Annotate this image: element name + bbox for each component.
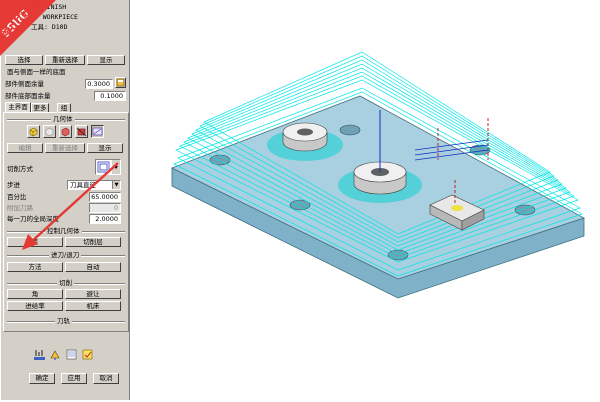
feeds-button[interactable]: 进给率 (7, 301, 63, 311)
floor-stock-input[interactable]: 0.1000 (94, 91, 126, 101)
calculator-icon[interactable] (115, 77, 126, 88)
edit-geometry-button[interactable]: 编辑 (7, 143, 43, 153)
list-toolpath-icon[interactable] (65, 348, 78, 361)
reselect-button[interactable]: 重新选择 (45, 55, 85, 65)
graphics-viewport[interactable] (131, 0, 600, 400)
trim-geometry-icon[interactable] (75, 125, 88, 138)
part-model-view[interactable] (131, 0, 600, 400)
cut-levels-button[interactable]: 切削层 (65, 237, 121, 247)
cut-area-icon[interactable] (91, 125, 104, 138)
check-geometry-icon[interactable] (59, 125, 72, 138)
display-geometry-button[interactable]: 显示 (87, 143, 123, 153)
avoidance-button[interactable]: 避让 (65, 289, 121, 299)
depth-per-cut-label: 每一刀的全局深度 (7, 215, 59, 223)
corner-button[interactable]: 角 (7, 289, 63, 299)
hole (209, 154, 231, 166)
stepover-label: 步进 (7, 181, 20, 189)
cutting-title: 切削 (57, 279, 74, 287)
cut-pattern-select[interactable] (95, 159, 121, 175)
cut-pattern-label: 切削方式 (7, 165, 33, 173)
blank-geometry-icon[interactable] (43, 125, 56, 138)
point-button[interactable]: 点 (7, 237, 63, 247)
extra-passes-label: 附加刀路 (7, 204, 33, 212)
same-floor-label[interactable]: 面与侧面一样的底面 (7, 68, 66, 76)
ok-button[interactable]: 确定 (29, 373, 55, 384)
operation-dialog: LE_FINISH L: WORKPIECE 工具: D10D 选择 重新选择 … (0, 0, 130, 400)
header-line-3: 工具: D10D (31, 23, 68, 31)
depth-per-cut-input[interactable]: 2.0000 (89, 214, 121, 224)
select-button[interactable]: 选择 (5, 55, 43, 65)
chevron-down-icon: ▼ (112, 181, 120, 189)
percent-input[interactable]: 65.0000 (89, 192, 121, 202)
display-button[interactable]: 显示 (87, 55, 125, 65)
hole (339, 124, 361, 136)
verify-toolpath-icon[interactable] (81, 348, 94, 361)
engage-method-button[interactable]: 方法 (7, 262, 63, 272)
toolpath-title: 刀轨 (55, 317, 72, 325)
side-stock-input[interactable]: 0.3000 (85, 79, 113, 89)
engage-auto-button[interactable]: 自动 (65, 262, 121, 272)
stepover-select-value: 刀具直径 (70, 181, 96, 189)
side-stock-label: 部件侧面余量 (5, 80, 44, 88)
reselect-geometry-button[interactable]: 重新选择 (45, 143, 85, 153)
tool-marker (451, 205, 463, 211)
apply-button[interactable]: 应用 (61, 373, 87, 384)
stepover-select[interactable]: 刀具直径 ▼ (67, 180, 121, 190)
header-line-1: LE_FINISH (31, 3, 67, 11)
engage-title: 进刀/退刀 (49, 251, 82, 259)
percent-label: 百分比 (7, 193, 27, 201)
floor-stock-label: 部件底部面余量 (5, 92, 51, 100)
extra-passes-input[interactable]: 0 (89, 203, 121, 213)
replay-toolpath-icon[interactable] (49, 348, 62, 361)
generate-toolpath-icon[interactable] (33, 348, 46, 361)
geometry-title: 几何体 (51, 115, 75, 123)
machine-button[interactable]: 机床 (65, 301, 121, 311)
header-line-2: L: WORKPIECE (31, 13, 78, 21)
control-geometry-title: 控制几何体 (45, 227, 82, 235)
part-geometry-icon[interactable] (27, 125, 40, 138)
boss-1-hole (297, 128, 313, 136)
cancel-button[interactable]: 取消 (93, 373, 119, 384)
